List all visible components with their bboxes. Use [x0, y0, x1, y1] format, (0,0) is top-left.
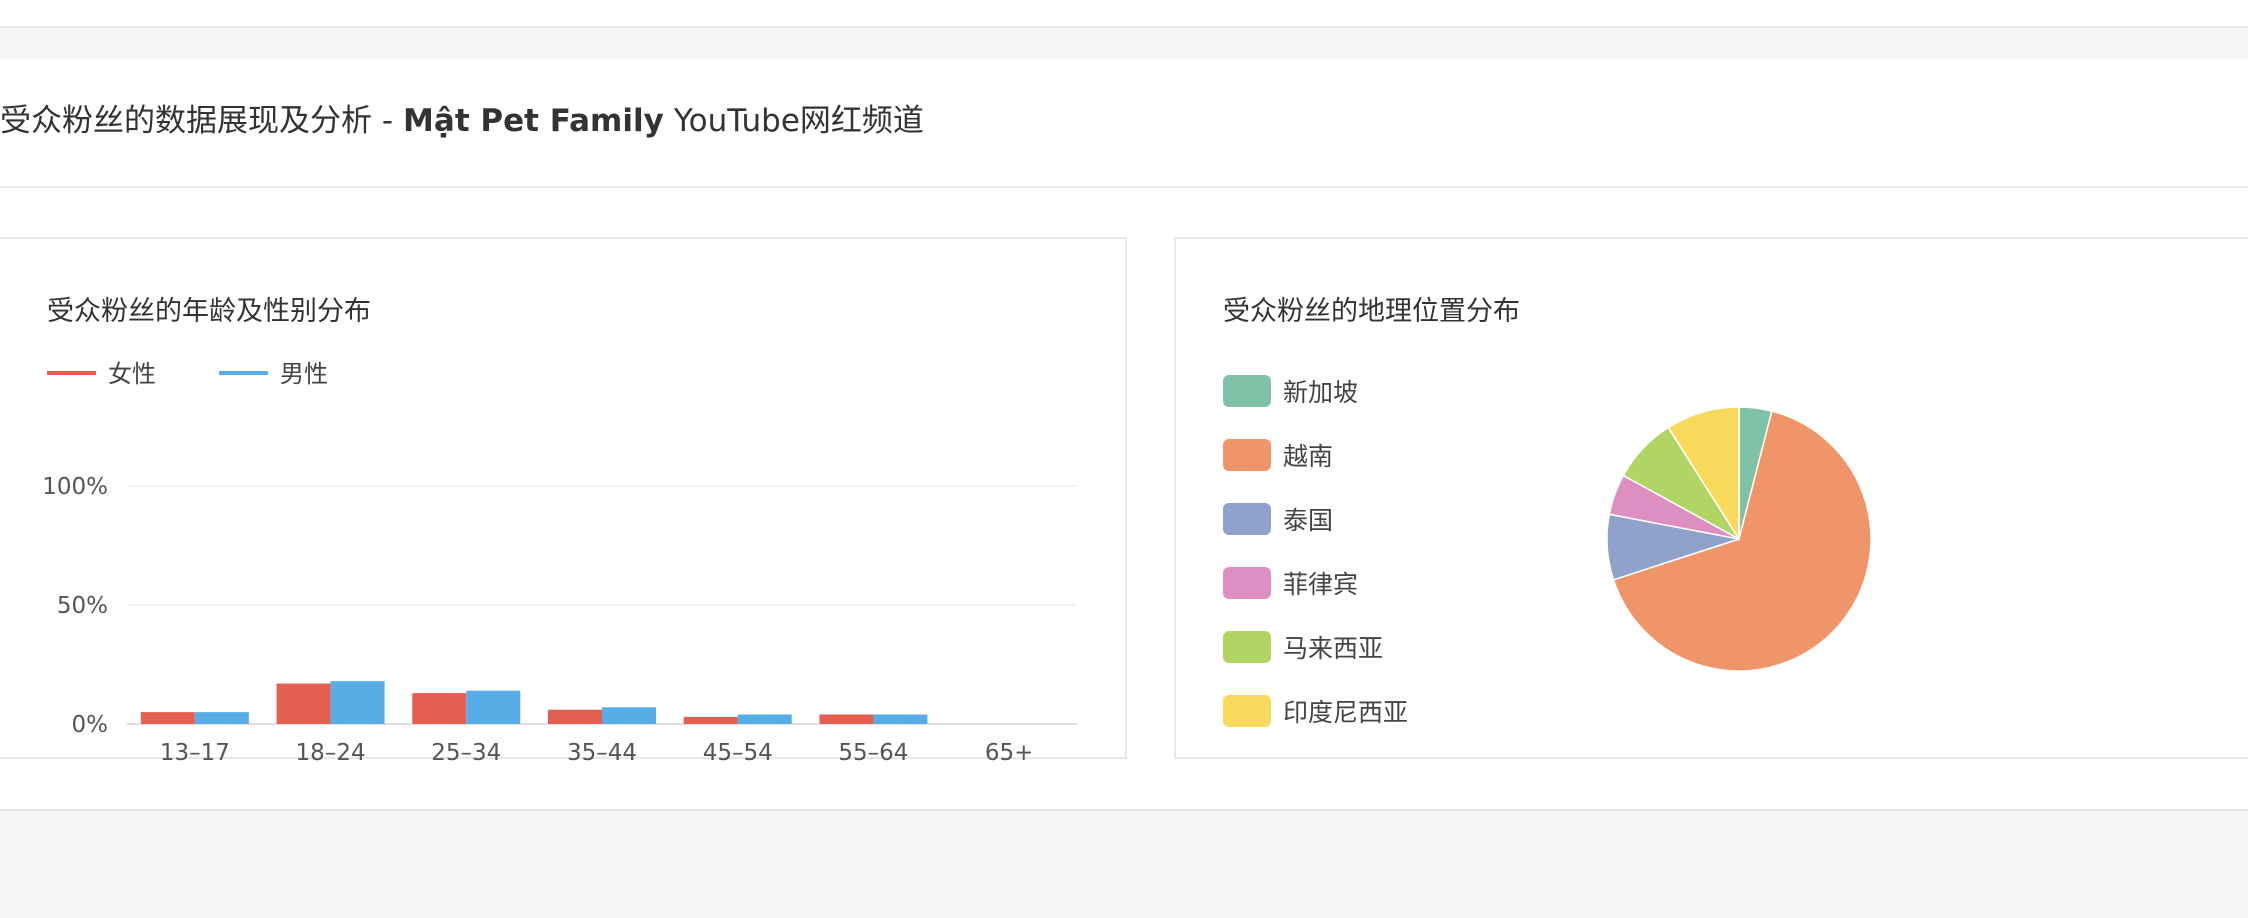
age-gender-panel: 受众粉丝的年龄及性别分布 女性 男性 100% 50% 0% 13–17 18–24 25–3…	[0, 237, 1127, 761]
title-suffix: YouTube网红频道	[673, 103, 924, 139]
y-tick-label: 50%	[57, 593, 108, 619]
geo-pie-chart	[1606, 406, 1872, 672]
section-header: 受众粉丝的数据展现及分析 - Mật Pet Family YouTube网红频道	[0, 59, 2248, 188]
x-tick-label: 25–34	[431, 740, 501, 761]
geo-panel: 受众粉丝的地理位置分布 新加坡 越南 泰国 菲律宾 马来西亚 印度尼西亚	[1174, 237, 2248, 759]
bar-male-3[interactable]	[602, 707, 656, 724]
x-tick-label: 18–24	[296, 740, 366, 761]
bar-female-0[interactable]	[140, 712, 195, 724]
x-tick-label: 45–54	[703, 740, 773, 761]
bar-male-5[interactable]	[873, 714, 928, 724]
bar-male-1[interactable]	[330, 681, 385, 724]
bar-female-4[interactable]	[683, 716, 738, 724]
legend-label-female: 女性	[108, 360, 156, 388]
bar-female-3[interactable]	[548, 709, 602, 724]
bar-male-0[interactable]	[194, 712, 249, 724]
bar-male-4[interactable]	[737, 714, 792, 724]
bar-female-2[interactable]	[412, 693, 467, 724]
y-tick-label: 100%	[42, 474, 108, 500]
channel-name: Mật Pet Family	[403, 103, 664, 139]
x-tick-label: 65+	[985, 740, 1034, 761]
title-prefix: 受众粉丝的数据展现及分析 -	[0, 103, 394, 139]
bar-female-5[interactable]	[819, 714, 874, 724]
section-title: 受众粉丝的数据展现及分析 - Mật Pet Family YouTube网红频道	[0, 101, 924, 141]
x-tick-label: 13–17	[160, 740, 230, 761]
bar-male-2[interactable]	[466, 690, 521, 724]
y-tick-label: 0%	[72, 712, 109, 738]
bar-female-1[interactable]	[276, 683, 331, 724]
legend-label-male: 男性	[280, 360, 328, 388]
audience-section: 受众粉丝的数据展现及分析 - Mật Pet Family YouTube网红频道 …	[0, 59, 2248, 811]
x-tick-label: 35–44	[567, 740, 637, 761]
top-card	[0, 0, 2248, 28]
age-gender-bar-chart: 女性 男性 100% 50% 0% 13–17 18–24 25–34 35–44 45–54 55…	[42, 360, 1077, 761]
x-tick-label: 55–64	[838, 740, 908, 761]
